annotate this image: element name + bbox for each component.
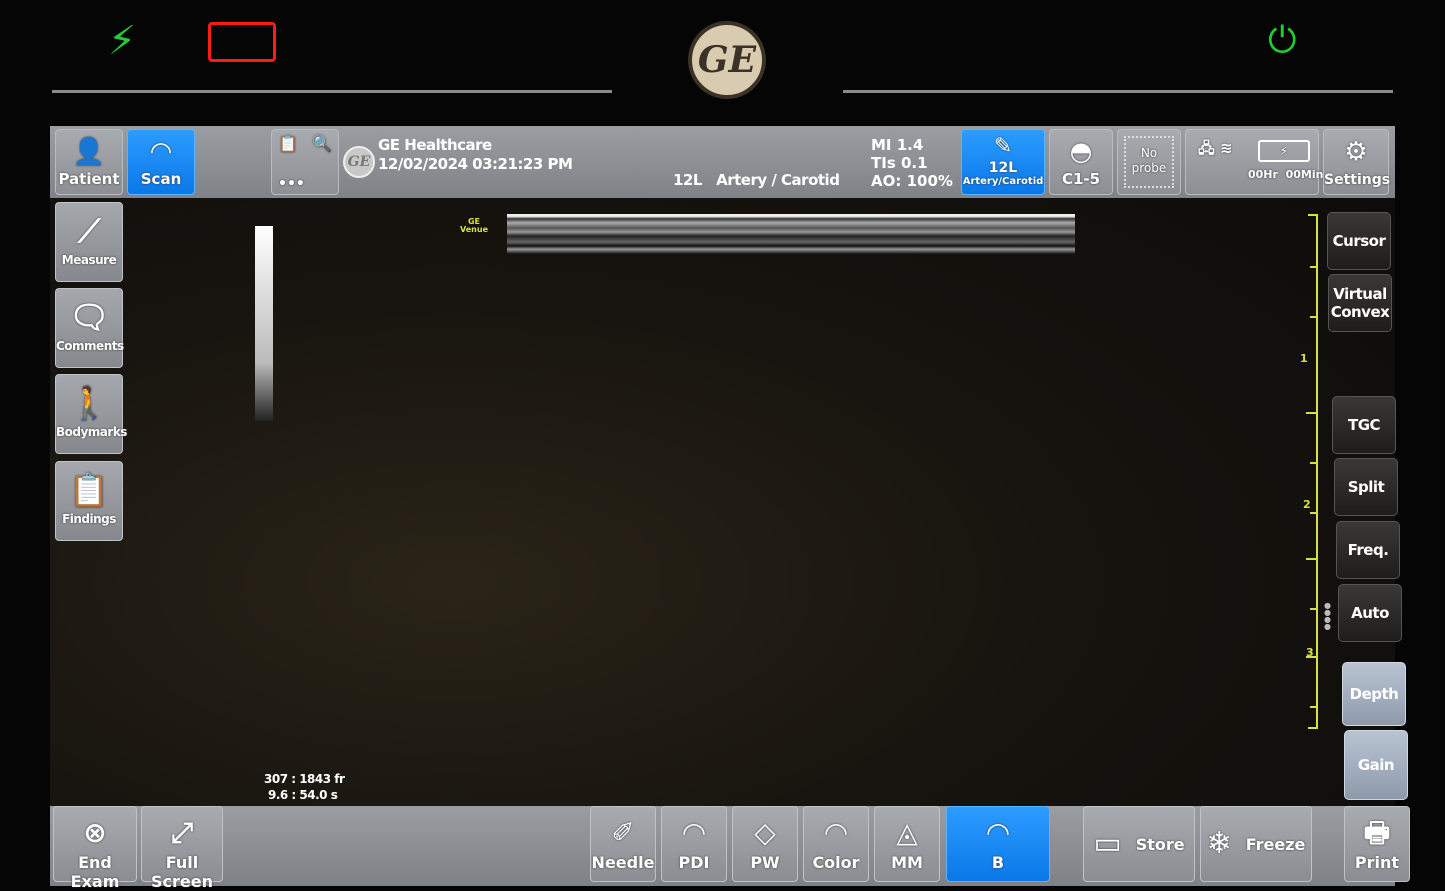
depth-label: 1 <box>1300 352 1308 365</box>
video-camera-icon: ▭ <box>1093 826 1122 861</box>
more-icon: ••• <box>278 176 305 192</box>
company-name: GE Healthcare <box>378 136 492 154</box>
snowflake-icon: ❄ <box>1206 826 1232 861</box>
linear-probe-icon: ✎ <box>993 134 1013 159</box>
worklist-button[interactable]: 📋 🔍 ••• <box>271 129 339 195</box>
virtual-convex-button[interactable]: Virtual Convex <box>1328 274 1392 332</box>
watermark: GE Venue <box>460 217 488 234</box>
no-probe-label: No probe <box>1124 136 1174 188</box>
measure-button[interactable]: ⟋ Measure <box>55 202 123 282</box>
datetime: 12/02/2024 03:21:23 PM <box>378 155 573 173</box>
gear-icon: ⚙ <box>1344 137 1368 167</box>
auto-button[interactable]: Auto <box>1338 584 1402 642</box>
no-probe-button[interactable]: No probe <box>1117 129 1181 195</box>
depth-label: 3 <box>1306 646 1314 659</box>
patient-button[interactable]: 👤 Patient <box>55 129 123 195</box>
comments-button[interactable]: 🗨 Comments <box>55 288 124 368</box>
gain-button[interactable]: Gain <box>1344 730 1408 800</box>
probe-wave-icon: ◠ <box>151 137 171 167</box>
network-icon: 🖧 ≋ <box>1198 139 1233 157</box>
bodymarks-button[interactable]: 🚶 Bodymarks <box>55 374 127 454</box>
search-icon: 🔍 <box>312 134 332 153</box>
print-button[interactable]: 🖶 Print <box>1344 806 1410 882</box>
color-icon: ◠ <box>825 816 847 849</box>
bezel-divider <box>843 90 1393 93</box>
printer-icon: 🖶 <box>1363 816 1391 849</box>
probe-preset: 12L Artery / Carotid <box>673 171 840 189</box>
clipboard-icon: 📋 <box>278 134 298 153</box>
end-exam-button[interactable]: ⊗ End Exam <box>53 806 137 891</box>
depth-button[interactable]: Depth <box>1342 662 1406 726</box>
frame-counter: 307 : 1843 fr <box>264 772 345 786</box>
pw-button[interactable]: ◇ PW <box>732 806 798 882</box>
depth-label: 2 <box>1303 498 1311 511</box>
ge-logo: GE <box>688 21 766 99</box>
power-icon[interactable]: ⏻ <box>1268 20 1296 62</box>
ultrasound-screen: 👤 Patient ◠ Scan 📋 🔍 ••• GE GE Healthcare 12… <box>50 126 1410 891</box>
user-icon: 👤 <box>72 137 106 167</box>
expand-icon: ⤢ <box>170 816 194 849</box>
plug-icon: ⚡ <box>108 18 137 64</box>
pdi-button[interactable]: ◠ PDI <box>661 806 727 882</box>
color-button[interactable]: ◠ Color <box>803 806 869 882</box>
store-button[interactable]: ▭ Store <box>1083 806 1195 882</box>
findings-button[interactable]: 📋 Findings <box>55 461 123 541</box>
pw-icon: ◇ <box>754 816 776 849</box>
grayscale-bar <box>255 226 273 421</box>
probe-12l-button[interactable]: ✎ 12L Artery/Carotid <box>961 129 1045 195</box>
tgc-button[interactable]: TGC <box>1332 396 1396 454</box>
tis-value: TIs 0.1 <box>871 154 928 172</box>
comment-icon: 🗨 <box>68 298 110 336</box>
freeze-button[interactable]: ❄ Freeze <box>1200 806 1312 882</box>
bottom-toolbar: ⊗ End Exam ⤢ Full Screen ✐ Needle ◠ PDI ◇ PW … <box>50 806 1410 891</box>
mi-value: MI 1.4 <box>871 136 924 154</box>
cine-time: 9.6 : 54.0 s <box>268 788 338 802</box>
b-mode-icon: ◠ <box>987 816 1009 849</box>
full-screen-button[interactable]: ⤢ Full Screen <box>141 806 223 891</box>
battery-empty-icon <box>208 22 276 62</box>
convex-probe-icon: ◓ <box>1069 137 1093 167</box>
mm-icon: ◬ <box>896 816 918 849</box>
probe-c1-5-button[interactable]: ◓ C1-5 <box>1049 129 1113 195</box>
bezel-divider <box>52 90 612 93</box>
status-panel[interactable]: 🖧 ≋ ⚡ 00Hr 00Min <box>1185 129 1323 195</box>
mm-button[interactable]: ◬ MM <box>874 806 940 882</box>
focus-marker-icon[interactable]: ● ● ● ● <box>1324 602 1331 631</box>
settings-button[interactable]: ⚙ Settings <box>1323 129 1390 195</box>
pdi-icon: ◠ <box>683 816 705 849</box>
body-icon: 🚶 <box>69 384 109 422</box>
needle-icon: ✐ <box>611 816 635 849</box>
end-exam-icon: ⊗ <box>83 816 107 849</box>
split-button[interactable]: Split <box>1334 458 1398 516</box>
clipboard-check-icon: 📋 <box>69 471 109 509</box>
scan-button[interactable]: ◠ Scan <box>127 129 195 195</box>
ao-value: AO: 100% <box>871 172 953 190</box>
ge-small-logo: GE <box>343 146 375 178</box>
ultrasound-image <box>507 214 1075 254</box>
top-toolbar: 👤 Patient ◠ Scan 📋 🔍 ••• GE GE Healthcare 12… <box>50 126 1395 198</box>
caliper-icon: ⟋ <box>78 212 100 250</box>
b-mode-button[interactable]: ◠ B <box>946 806 1050 882</box>
timer: 00Hr 00Min <box>1248 168 1324 181</box>
cursor-button[interactable]: Cursor <box>1327 212 1391 270</box>
needle-button[interactable]: ✐ Needle <box>590 806 656 882</box>
freq-button[interactable]: Freq. <box>1336 521 1400 579</box>
battery-plug-icon: ⚡ <box>1258 140 1310 162</box>
